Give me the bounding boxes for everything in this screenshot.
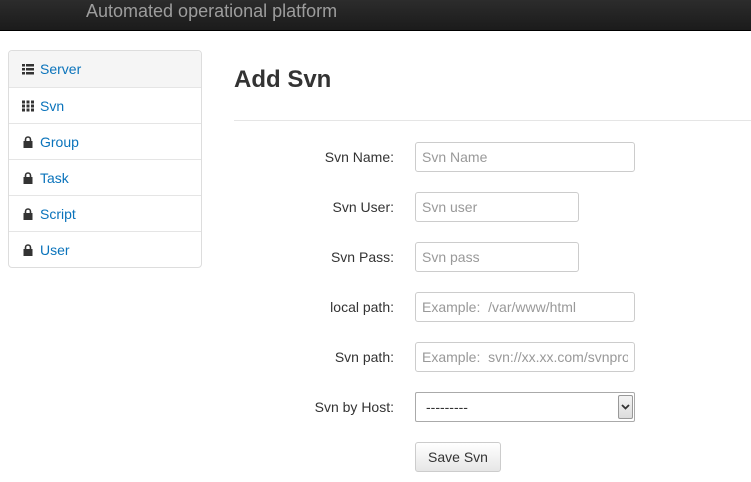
svn-pass-label: Svn Pass: xyxy=(330,249,394,265)
form-row-svn-pass: Svn Pass: xyxy=(234,242,751,272)
sidebar-item-script[interactable]: Script xyxy=(9,195,201,231)
svn-host-select[interactable]: --------- xyxy=(415,392,635,422)
list-icon xyxy=(22,63,34,75)
save-svn-button[interactable]: Save Svn xyxy=(415,442,501,472)
local-path-input[interactable] xyxy=(415,292,635,322)
svn-user-label: Svn User: xyxy=(332,199,394,215)
lock-icon xyxy=(22,207,34,220)
top-navbar: Automated operational platform xyxy=(0,0,751,31)
sidebar-item-task[interactable]: Task xyxy=(9,159,201,195)
grid-icon xyxy=(22,100,34,112)
sidebar-item-label: Group xyxy=(40,133,79,150)
lock-icon xyxy=(22,135,34,148)
form-row-svn-user: Svn User: xyxy=(234,192,751,222)
lock-icon xyxy=(22,243,34,256)
lock-icon xyxy=(22,171,34,184)
sidebar-item-label: User xyxy=(40,241,70,258)
svn-name-input[interactable] xyxy=(415,142,635,172)
form-row-svn-path: Svn path: xyxy=(234,342,751,372)
svn-path-label: Svn path: xyxy=(334,349,394,365)
sidebar-item-user[interactable]: User xyxy=(9,231,201,267)
sidebar-item-label: Server xyxy=(40,61,82,77)
svn-name-label: Svn Name: xyxy=(324,149,394,165)
brand-title[interactable]: Automated operational platform xyxy=(86,0,337,22)
sidebar-item-label: Task xyxy=(40,169,69,186)
form-row-local-path: local path: xyxy=(234,292,751,322)
svn-pass-input[interactable] xyxy=(415,242,579,272)
sidebar-item-label: Svn xyxy=(40,97,65,114)
sidebar-nav: Server Svn Group Task Script User xyxy=(8,50,202,268)
form-row-svn-name: Svn Name: xyxy=(234,142,751,172)
page-title: Add Svn xyxy=(234,66,332,93)
sidebar-item-server[interactable]: Server xyxy=(9,51,201,87)
svn-host-selected-value: --------- xyxy=(426,399,468,415)
chevron-down-icon[interactable] xyxy=(618,395,633,419)
sidebar-item-svn[interactable]: Svn xyxy=(9,87,201,123)
local-path-label: local path: xyxy=(330,299,394,315)
divider xyxy=(234,120,751,121)
sidebar-item-label: Script xyxy=(40,205,76,222)
sidebar-item-group[interactable]: Group xyxy=(9,123,201,159)
svn-user-input[interactable] xyxy=(415,192,579,222)
svn-host-label: Svn by Host: xyxy=(314,399,394,415)
form-row-svn-host: Svn by Host: --------- xyxy=(234,392,751,422)
svn-path-input[interactable] xyxy=(415,342,635,372)
